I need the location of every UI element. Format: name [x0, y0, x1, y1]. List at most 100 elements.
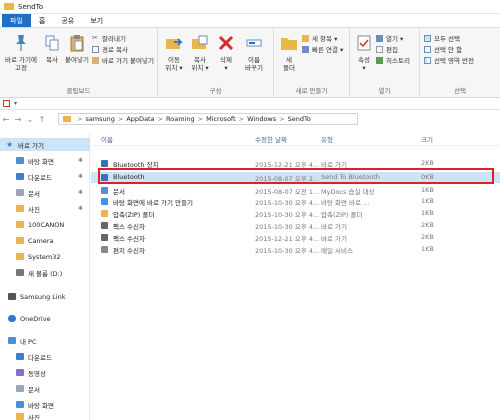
delete-label: 삭제 ▾	[220, 56, 232, 72]
breadcrumb-appdata[interactable]: AppData	[126, 115, 154, 123]
cloud-icon	[8, 315, 16, 322]
cut-label: 잘라내기	[102, 35, 126, 43]
document-icon	[16, 189, 24, 196]
properties-icon	[357, 35, 371, 51]
breadcrumb-windows[interactable]: Windows	[247, 115, 276, 123]
sidebar-item-system32[interactable]: System32	[0, 250, 90, 263]
checkbox-icon[interactable]	[3, 100, 10, 107]
properties-label: 속성 ▾	[358, 56, 370, 72]
easy-access-button[interactable]: 빠른 연결 ▾	[302, 44, 343, 54]
delete-button[interactable]: 삭제 ▾	[214, 34, 238, 72]
file-list: 이름 수정한 날짜 유형 크기 Bluetooth 장치 2015-12-21 …	[91, 132, 500, 420]
sidebar-item-desktop[interactable]: 바탕 화면 ✱	[0, 154, 90, 167]
select-none-icon	[424, 45, 431, 53]
column-date[interactable]: 수정한 날짜	[255, 134, 287, 144]
file-row[interactable]: 팩스 수신자 2015-12-21 오후 4... 바로 가기 2KB	[91, 232, 500, 243]
address-bar[interactable]: > samsung > AppData > Roaming > Microsof…	[58, 113, 358, 125]
quick-access-toolbar: ▾	[0, 98, 500, 110]
rename-label: 이름 바꾸기	[245, 56, 263, 72]
rename-button[interactable]: 이름 바꾸기	[240, 34, 268, 72]
sidebar-item-pc-downloads[interactable]: 다운로드	[0, 350, 90, 363]
copy-to-button[interactable]: 복사 위치 ▾	[188, 34, 212, 72]
sidebar-item-camera[interactable]: Camera	[0, 234, 90, 247]
open-button[interactable]: 열기 ▾	[376, 33, 403, 43]
sidebar-item-quick-access[interactable]: ★ 바로 가기	[0, 138, 90, 151]
pin-to-quick-access-button[interactable]: 바로 가기에 고정	[4, 34, 38, 72]
recent-dropdown[interactable]: ⌄	[24, 115, 36, 124]
quick-toolbar-dropdown[interactable]: ▾	[14, 100, 17, 107]
cut-button[interactable]: ✂ 잘라내기	[92, 33, 126, 43]
paste-button[interactable]: 붙여넣기	[64, 34, 90, 64]
move-to-button[interactable]: 이동 위치 ▾	[162, 34, 186, 72]
sidebar-item-100canon[interactable]: 100CANON	[0, 218, 90, 231]
column-size[interactable]: 크기	[421, 134, 433, 144]
organize-group: 이동 위치 ▾ 복사 위치 ▾ 삭제 ▾ 이름 바꾸기 구성	[158, 28, 274, 98]
paste-shortcut-button[interactable]: 바로 가기 붙여넣기	[92, 55, 154, 65]
file-row[interactable]: 팩스 수신자 2015-10-30 오후 4... 바로 가기 2KB	[91, 220, 500, 231]
sidebar-item-documents[interactable]: 문서 ✱	[0, 186, 90, 199]
copy-path-button[interactable]: 경로 복사	[92, 44, 128, 54]
desktop-icon	[16, 157, 24, 164]
sidebar-item-videos[interactable]: 동영상	[0, 366, 90, 379]
fax-icon	[101, 222, 108, 229]
new-folder-button[interactable]: 새 폴더	[278, 34, 300, 72]
clipboard-group: 바로 가기에 고정 복사 붙여넣기 ✂ 잘라내기 경로 복사 바로 가기 붙여넣…	[0, 28, 158, 98]
column-name[interactable]: 이름	[101, 134, 113, 144]
move-folder-icon	[166, 38, 183, 49]
new-item-button[interactable]: 새 항목 ▾	[302, 33, 337, 43]
breadcrumb-samsung[interactable]: samsung	[85, 115, 114, 123]
file-row[interactable]: 문서 2015-08-07 오전 1... MyDocs 습실 대상 1KB	[91, 185, 500, 196]
sidebar-item-downloads[interactable]: 다운로드 ✱	[0, 170, 90, 183]
pin-icon: ✱	[78, 173, 84, 180]
copy-button[interactable]: 복사	[40, 34, 64, 64]
tab-home[interactable]: 홈	[31, 14, 53, 27]
edit-button[interactable]: 편집	[376, 44, 398, 54]
pin-icon: ✱	[78, 157, 84, 164]
select-all-button[interactable]: 모두 선택	[424, 33, 460, 43]
select-none-button[interactable]: 선택 안 함	[424, 44, 462, 54]
paste-shortcut-icon	[92, 56, 99, 64]
pin-icon: ✱	[78, 205, 84, 212]
copy-icon	[45, 35, 59, 51]
new-item-icon	[302, 34, 309, 42]
invert-selection-button[interactable]: 선택 영역 반전	[424, 55, 474, 65]
file-row[interactable]: 편지 수신자 2015-10-30 오후 4... 메일 서비스 1KB	[91, 244, 500, 255]
new-folder-label: 새 폴더	[283, 56, 295, 72]
tab-view[interactable]: 보기	[82, 14, 111, 27]
copy-label: 복사	[46, 56, 58, 64]
column-header: 이름 수정한 날짜 유형 크기	[91, 132, 500, 146]
breadcrumb-sendto[interactable]: SendTo	[288, 115, 311, 123]
easy-access-label: 빠른 연결 ▾	[312, 46, 344, 54]
tab-share[interactable]: 공유	[53, 14, 82, 27]
history-button[interactable]: 히스토리	[376, 55, 410, 65]
breadcrumb-roaming[interactable]: Roaming	[166, 115, 195, 123]
sidebar-item-onedrive[interactable]: OneDrive	[0, 312, 90, 325]
download-icon	[16, 353, 24, 360]
sidebar-item-pc-pictures[interactable]: 사진	[0, 410, 90, 420]
new-group-label: 새로 만들기	[295, 87, 328, 95]
samsung-link-icon	[8, 293, 16, 300]
star-icon: ★	[6, 140, 14, 149]
tab-file[interactable]: 파일	[2, 14, 31, 27]
rename-icon	[246, 39, 262, 47]
pictures-icon	[16, 205, 24, 212]
breadcrumb-microsoft[interactable]: Microsoft	[206, 115, 236, 123]
folder-icon	[4, 3, 14, 10]
new-folder-icon	[281, 38, 297, 50]
sidebar-item-this-pc[interactable]: 내 PC	[0, 334, 90, 347]
forward-button[interactable]: →	[12, 115, 24, 124]
file-row[interactable]: 압축(ZIP) 폴더 2015-10-30 오후 4... 압축(ZIP) 폴더…	[91, 208, 500, 219]
document-icon	[16, 385, 24, 392]
sidebar-item-pictures[interactable]: 사진 ✱	[0, 202, 90, 215]
scissors-icon: ✂	[92, 33, 98, 42]
sidebar-item-volume-d[interactable]: 새 볼륨 (D:)	[0, 266, 90, 279]
select-group: 모두 선택 선택 안 함 선택 영역 반전 선택	[420, 28, 500, 98]
history-label: 히스토리	[386, 57, 410, 65]
file-row[interactable]: 바탕 화면에 바로 가기 만들기 2015-10-30 오후 4... 바탕 화…	[91, 196, 500, 207]
up-button[interactable]: ↑	[36, 115, 48, 124]
column-type[interactable]: 유형	[321, 134, 333, 144]
sidebar-item-samsung-link[interactable]: Samsung Link	[0, 290, 90, 303]
sidebar-item-pc-documents[interactable]: 문서	[0, 382, 90, 395]
properties-button[interactable]: 속성 ▾	[354, 34, 374, 72]
back-button[interactable]: ←	[0, 115, 12, 124]
